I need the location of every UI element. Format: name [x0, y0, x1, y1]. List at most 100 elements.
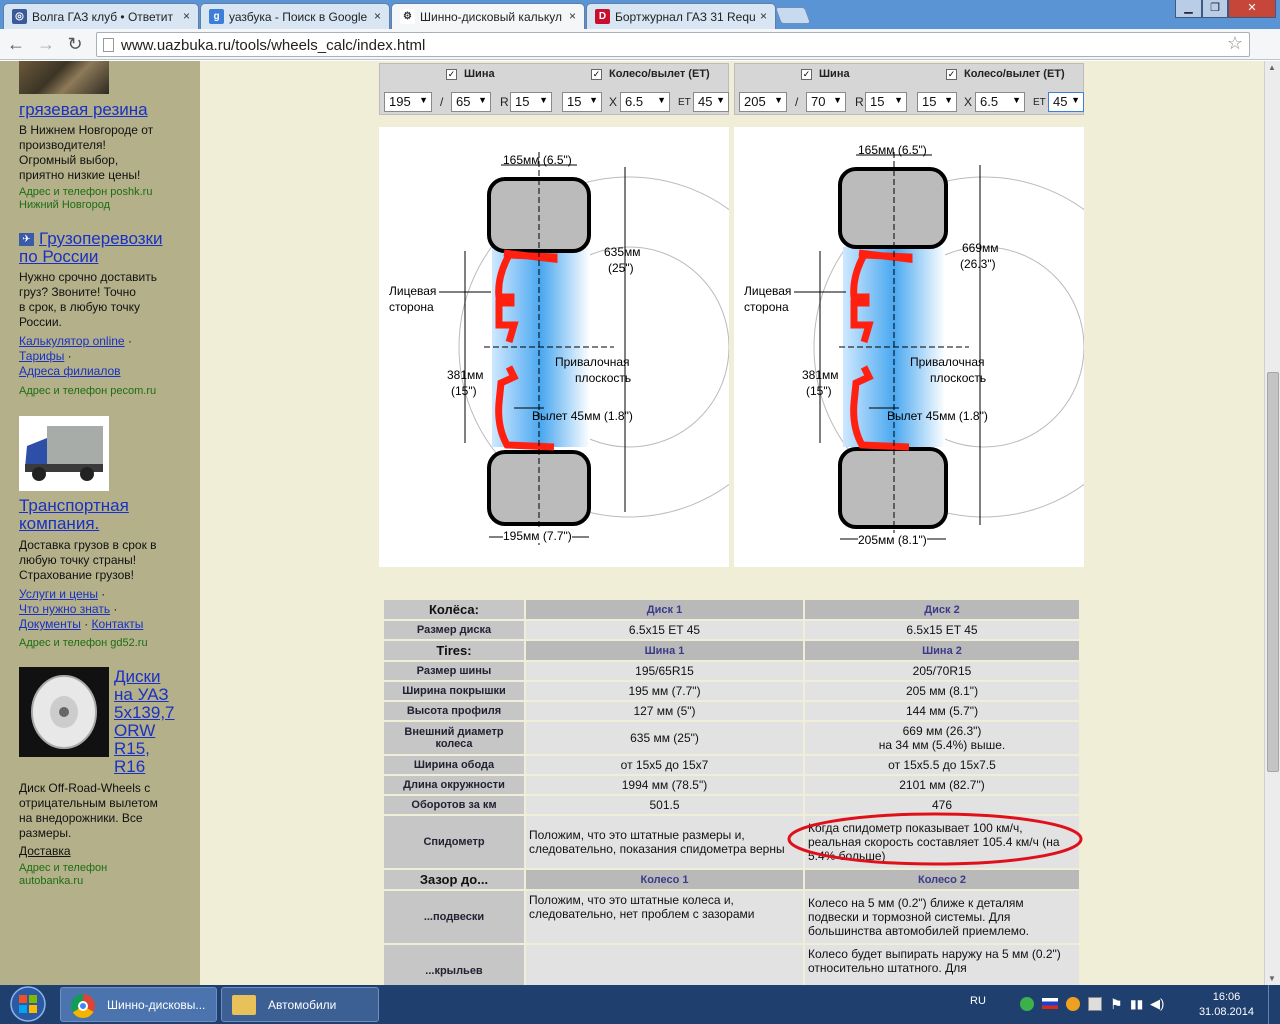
wheel-checkbox[interactable]: ✓ — [946, 69, 957, 80]
wheel-checkbox[interactable]: ✓ — [591, 69, 602, 80]
tray-app-icon[interactable] — [1066, 997, 1080, 1011]
gaz-club-icon: ◎ — [12, 9, 27, 24]
flag-icon[interactable]: ⚑ — [1110, 996, 1123, 1013]
ad-address[interactable]: Адрес и телефон — [19, 862, 107, 874]
ad-title-transport[interactable]: Транспортная — [19, 497, 129, 515]
row-label: Размер диска — [384, 621, 524, 639]
network-icon[interactable]: ▮▮ — [1130, 997, 1143, 1011]
tire-profile-select[interactable]: 65 ▼ — [451, 92, 491, 112]
tray-app-icon[interactable] — [1020, 997, 1034, 1011]
taskbar-item-chrome[interactable]: Шинно-дисковы... — [60, 987, 217, 1022]
ad-link-contacts[interactable]: Контакты — [92, 617, 144, 631]
maximize-button[interactable]: ❐ — [1202, 0, 1228, 18]
face-side-label: Лицевая — [389, 284, 437, 298]
tab-drive2[interactable]: D Бортжурнал ГАЗ 31 Requ × — [586, 3, 776, 29]
ad-title-cargo-2[interactable]: по России — [19, 248, 98, 266]
tire-radius-select[interactable]: 15 ▼ — [865, 92, 907, 112]
tab-wheel-calc[interactable]: ⚙ Шинно-дисковый калькул × — [391, 3, 585, 29]
tab-google-search[interactable]: g уазбука - Поиск в Google × — [200, 3, 390, 29]
ad-image-tires[interactable] — [19, 61, 109, 94]
ad-title-disks[interactable]: Диски на УАЗ 5x139,7 ORW R15, R16 — [114, 668, 175, 776]
vertical-scrollbar[interactable]: ▲ ▼ — [1264, 61, 1280, 985]
ad-image-wheel[interactable] — [19, 667, 109, 757]
show-desktop-button[interactable] — [1268, 985, 1280, 1024]
tab-label: Шинно-дисковый калькул — [420, 10, 562, 24]
rim-diameter-label: 381мм — [802, 368, 839, 382]
clock[interactable]: 16:06 31.08.2014 — [1199, 990, 1254, 1020]
cell-value: Колесо будет выпирать наружу на 5 мм (0.… — [805, 945, 1079, 985]
ad-image-truck[interactable] — [19, 416, 109, 491]
ad-site[interactable]: autobanka.ru — [19, 875, 83, 887]
table-row: Tires: Шина 1 Шина 2 — [384, 641, 1079, 660]
tab-gaz-club[interactable]: ◎ Волга ГАЗ клуб • Ответит × — [3, 3, 199, 29]
ad-link-delivery[interactable]: Доставка — [19, 844, 71, 859]
ad-address[interactable]: Адрес и телефон pecom.ru — [19, 385, 156, 397]
ad-link-calculator[interactable]: Калькулятор online — [19, 334, 125, 348]
bookmark-star-icon[interactable]: ☆ — [1227, 33, 1243, 54]
table-row: Спидометр Положим, что это штатные разме… — [384, 812, 1083, 868]
close-window-button[interactable]: ✕ — [1228, 0, 1276, 18]
new-tab-button[interactable] — [774, 7, 812, 24]
ad-link-branches[interactable]: Адреса филиалов — [19, 364, 121, 378]
cell-value: 195/65R15 — [526, 662, 803, 680]
top-width-label: 165мм (6.5") — [858, 143, 927, 157]
close-icon[interactable]: × — [760, 9, 767, 23]
rim-width-select[interactable]: 6.5 ▼ — [620, 92, 670, 112]
column-header: Шина 2 — [805, 641, 1079, 660]
ad-link-services[interactable]: Услуги и цены — [19, 587, 98, 601]
reload-icon[interactable]: ↻ — [65, 34, 85, 54]
close-icon[interactable]: × — [183, 9, 190, 23]
scroll-down-icon[interactable]: ▼ — [1268, 974, 1276, 983]
tire-checkbox[interactable]: ✓ — [446, 69, 457, 80]
forward-icon[interactable]: → — [36, 34, 56, 54]
address-bar[interactable]: www.uazbuka.ru/tools/wheels_calc/index.h… — [96, 32, 1250, 57]
cell-value: от 15x5.5 до 15x7.5 — [805, 756, 1079, 774]
ad-title-mud-tires[interactable]: грязевая резина — [19, 101, 148, 119]
taskbar-item-folder[interactable]: Автомобили — [221, 987, 379, 1022]
results-table: Колёса: Диск 1 Диск 2 Размер диска 6.5x1… — [382, 598, 1083, 985]
rim-width-select[interactable]: 6.5 ▼ — [975, 92, 1025, 112]
table-row: Ширина покрышки 195 мм (7.7") 205 мм (8.… — [384, 682, 1079, 700]
tab-label: Волга ГАЗ клуб • Ответит — [32, 10, 173, 24]
mounting-plane-label-2: плоскость — [930, 371, 987, 385]
table-row: Внешний диаметр колеса 635 мм (25") 669 … — [384, 722, 1079, 754]
ad-link-tariffs[interactable]: Тарифы — [19, 349, 64, 363]
rim-diameter-select[interactable]: 15 ▼ — [562, 92, 602, 112]
et-select[interactable]: 45 ▼ — [693, 92, 729, 112]
ad-address[interactable]: Адрес и телефон poshk.ru — [19, 186, 152, 198]
ad-title-cargo[interactable]: Грузоперевозки — [39, 230, 162, 248]
google-icon: g — [209, 9, 224, 24]
minimize-button[interactable]: ▁ — [1175, 0, 1202, 18]
ad-link-documents[interactable]: Документы — [19, 617, 81, 631]
back-icon[interactable]: ← — [6, 34, 26, 54]
tire-radius-select[interactable]: 15 ▼ — [510, 92, 552, 112]
close-icon[interactable]: × — [374, 9, 381, 23]
tire-checkbox[interactable]: ✓ — [801, 69, 812, 80]
browser-toolbar: ← → ↻ www.uazbuka.ru/tools/wheels_calc/i… — [0, 29, 1280, 80]
row-label: Внешний диаметр колеса — [384, 722, 524, 754]
rim-diameter-select[interactable]: 15 ▼ — [917, 92, 957, 112]
ad-title-transport-2[interactable]: компания. — [19, 515, 99, 533]
start-button[interactable] — [0, 985, 56, 1024]
scroll-up-icon[interactable]: ▲ — [1268, 63, 1276, 72]
language-indicator[interactable]: RU — [970, 995, 986, 1007]
tire-width-select[interactable]: 195 ▼ — [384, 92, 432, 112]
tray-app-icon[interactable] — [1088, 997, 1102, 1011]
ad-address[interactable]: Адрес и телефон gd52.ru — [19, 637, 148, 649]
volume-icon[interactable]: ◀) — [1150, 996, 1164, 1012]
rim-diameter-inch-label: (15") — [451, 384, 477, 398]
table-row: ...подвески Положим, что это штатные кол… — [384, 891, 1079, 943]
scrollbar-thumb[interactable] — [1267, 372, 1279, 772]
wheel-cross-section — [439, 152, 800, 547]
et-select[interactable]: 45 ▼ — [1048, 92, 1084, 112]
ad-link-info[interactable]: Что нужно знать — [19, 602, 110, 616]
ad-links: Калькулятор online · Тарифы · Адреса фил… — [19, 334, 132, 378]
section-header-wheels: Колёса: — [384, 600, 524, 619]
wheel-diagram-left: 165мм (6.5") 635мм (25") Лицевая сторона… — [379, 127, 800, 567]
windows-logo-icon — [10, 986, 46, 1022]
tire-width-select[interactable]: 205 ▼ — [739, 92, 787, 112]
russian-flag-icon[interactable] — [1042, 998, 1058, 1009]
folder-icon — [232, 995, 256, 1015]
tire-profile-select[interactable]: 70 ▼ — [806, 92, 846, 112]
close-icon[interactable]: × — [569, 9, 576, 23]
